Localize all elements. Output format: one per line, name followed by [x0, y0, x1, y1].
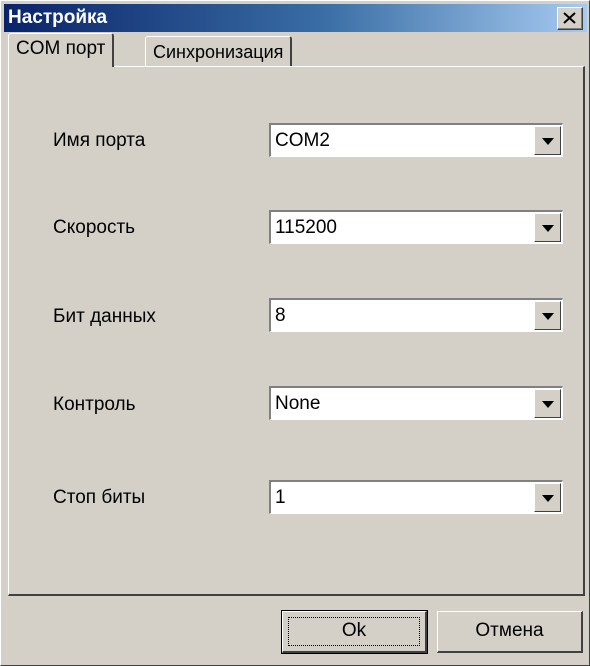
close-button[interactable]: [557, 7, 583, 30]
tab-com-port[interactable]: COM порт: [8, 33, 115, 67]
close-icon: [563, 12, 576, 24]
tab-sync[interactable]: Синхронизация: [145, 36, 293, 66]
tab-label: Синхронизация: [153, 42, 284, 62]
tab-label: COM порт: [16, 38, 106, 59]
ok-button[interactable]: Ok: [281, 610, 428, 654]
settings-dialog: Настройка COM порт Синхронизация Имя пор…: [0, 0, 590, 666]
cancel-button-label: Отмена: [475, 620, 544, 641]
title-bar[interactable]: Настройка: [4, 4, 587, 32]
window-title: Настройка: [8, 7, 108, 28]
tab-panel: [8, 66, 585, 596]
focus-rect: [288, 617, 420, 646]
cancel-button[interactable]: Отмена: [437, 611, 583, 653]
